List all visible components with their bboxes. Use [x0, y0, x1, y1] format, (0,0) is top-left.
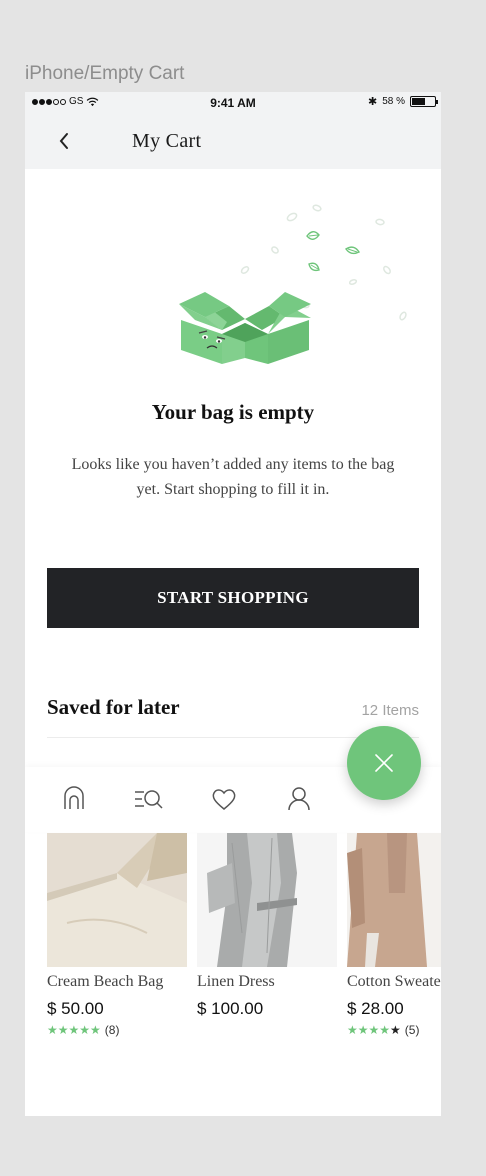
battery-percent: 58 % — [382, 96, 405, 107]
product-card[interactable]: Cream Beach Bag $ 50.00 ★★★★★ (8) — [47, 833, 187, 1037]
tab-home[interactable] — [59, 784, 89, 814]
tab-search[interactable] — [133, 784, 163, 814]
page-title: My Cart — [132, 130, 202, 152]
battery-group: ✱ 58 % — [367, 95, 438, 108]
navigation-bar: My Cart — [25, 114, 441, 169]
tab-profile[interactable] — [284, 784, 314, 814]
product-image[interactable] — [347, 833, 441, 967]
review-count: (8) — [104, 1023, 120, 1037]
user-icon — [288, 787, 310, 811]
saved-products-carousel[interactable]: Cream Beach Bag $ 50.00 ★★★★★ (8) Linen … — [47, 833, 441, 1053]
tab-wishlist[interactable] — [209, 784, 239, 814]
product-name: Cotton Sweater — [347, 973, 441, 990]
artboard-label: iPhone/Empty Cart — [25, 63, 185, 84]
chevron-left-icon — [59, 133, 68, 149]
product-card[interactable]: Cotton Sweater $ 28.00 ★★★★★ (5) — [347, 833, 441, 1037]
saved-for-later-heading: Saved for later — [47, 695, 180, 719]
product-card[interactable]: Linen Dress $ 100.00 — [197, 833, 337, 1019]
close-icon — [375, 754, 393, 772]
battery-icon — [410, 96, 438, 107]
star-rating-icon: ★★★★★ — [47, 1023, 101, 1037]
empty-state-title: Your bag is empty — [151, 400, 315, 424]
start-shopping-button[interactable]: START SHOPPING — [47, 568, 419, 628]
back-button[interactable] — [53, 127, 75, 155]
phone-screen: GS 9:41 AM ✱ 58 % My Cart Your bag is em… — [25, 92, 441, 1116]
review-count: (5) — [404, 1023, 420, 1037]
home-icon — [64, 786, 84, 809]
bluetooth-icon: ✱ — [367, 96, 378, 108]
empty-box-illustration — [179, 204, 407, 364]
search-menu-icon — [135, 790, 163, 809]
status-bar: GS 9:41 AM ✱ 58 % — [25, 92, 441, 114]
star-rating-icon: ★★★★★ — [347, 1023, 401, 1037]
heart-icon — [212, 789, 236, 810]
product-image[interactable] — [47, 833, 187, 967]
product-price: $ 50.00 — [47, 999, 104, 1018]
product-image[interactable] — [197, 833, 337, 967]
close-fab-button[interactable] — [347, 726, 421, 800]
product-name: Cream Beach Bag — [47, 973, 164, 990]
empty-state-description: Looks like you haven’t added any items t… — [71, 456, 395, 498]
product-price: $ 28.00 — [347, 999, 404, 1018]
product-name: Linen Dress — [197, 973, 275, 990]
product-rating: ★★★★★ (8) — [47, 1023, 187, 1037]
product-price: $ 100.00 — [197, 999, 264, 1018]
product-rating: ★★★★★ (5) — [347, 1023, 441, 1037]
saved-items-count: 12 Items — [361, 702, 419, 719]
